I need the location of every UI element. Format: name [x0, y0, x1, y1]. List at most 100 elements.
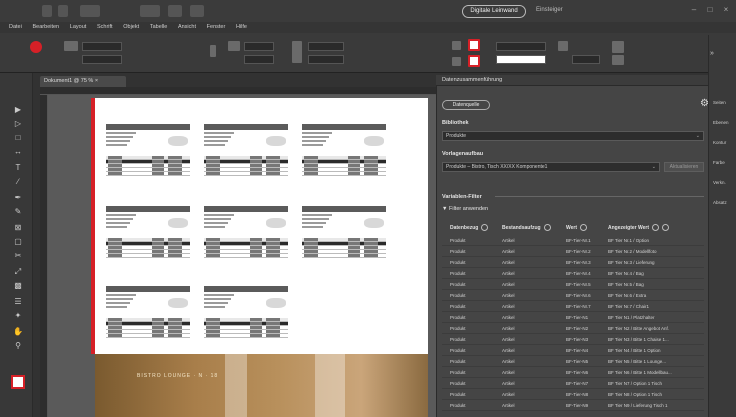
close-icon[interactable]: ×: [722, 6, 730, 14]
y-value-input[interactable]: [82, 55, 122, 64]
width-input[interactable]: [244, 42, 274, 51]
collapse-panels-icon[interactable]: »: [710, 50, 714, 57]
vertical-ruler[interactable]: [40, 95, 48, 417]
fill-none-icon[interactable]: [468, 39, 480, 51]
dock-item[interactable]: Farbe: [713, 160, 725, 165]
menu-window[interactable]: Fenster: [207, 22, 226, 33]
pen-tool-icon[interactable]: ✒: [13, 193, 23, 203]
document-tab[interactable]: Dokument1 @ 75 % ×: [40, 76, 126, 87]
stroke-type-select[interactable]: [496, 55, 546, 64]
product-card[interactable]: [302, 206, 392, 268]
product-card[interactable]: [106, 286, 196, 348]
table-row[interactable]: Produkt Artikel BF-Tier-Nr.5 BF Tier Nr.5 /…: [442, 280, 704, 290]
menu-table[interactable]: Tabelle: [150, 22, 167, 33]
product-thumbnail[interactable]: [168, 136, 188, 146]
rectangle-tool-icon[interactable]: ▢: [13, 237, 23, 247]
screen-mode-icon[interactable]: [168, 5, 182, 17]
product-card[interactable]: [106, 124, 196, 186]
note-tool-icon[interactable]: ☰: [13, 297, 23, 307]
table-row[interactable]: Produkt Artikel BF-Tier-N4 BF Tier N4 / Bit…: [442, 346, 704, 356]
reference-point-icon[interactable]: [30, 41, 42, 53]
shear-input[interactable]: [308, 55, 344, 64]
table-row[interactable]: Produkt Artikel BF-Tier-N6 BF Tier N6 / Bit…: [442, 368, 704, 378]
sort-icon[interactable]: [481, 224, 489, 231]
table-row[interactable]: Produkt Artikel BF-Tier-Nr.2 BF Tier Nr.2 /…: [442, 247, 704, 257]
product-card[interactable]: [204, 286, 294, 348]
product-card[interactable]: [302, 124, 392, 186]
workspace-switcher[interactable]: Einsteiger: [536, 7, 563, 13]
scissors-tool-icon[interactable]: ✂: [13, 251, 23, 261]
table-row[interactable]: Produkt Artikel BF-Tier-N2 BF Tier N2 / Bit…: [442, 324, 704, 334]
height-input[interactable]: [244, 55, 274, 64]
bridge-icon[interactable]: [58, 5, 68, 17]
fill-swatch-icon[interactable]: [452, 41, 461, 50]
product-thumbnail[interactable]: [266, 218, 286, 228]
product-thumbnail[interactable]: [266, 136, 286, 146]
home-icon[interactable]: [42, 5, 52, 17]
dock-item[interactable]: Kontur: [713, 140, 726, 145]
dock-item[interactable]: Absatz: [713, 200, 727, 205]
column-header[interactable]: Angezeigter Wert: [608, 224, 670, 231]
horizontal-ruler[interactable]: [40, 87, 436, 95]
source-select[interactable]: Produkte ⌄: [442, 131, 704, 141]
menu-view[interactable]: Ansicht: [178, 22, 196, 33]
stroke-none-icon[interactable]: [468, 55, 480, 67]
template-select[interactable]: Produkte – Bistro, Tisch XX/XX Komponent…: [442, 162, 660, 172]
page-photo[interactable]: [95, 354, 428, 417]
product-thumbnail[interactable]: [364, 218, 384, 228]
table-row[interactable]: Produkt Artikel BF-Tier-Nr.4 BF Tier Nr.4 /…: [442, 269, 704, 279]
table-row[interactable]: Produkt Artikel BF-Tier-N5 BF Tier N5 / Bit…: [442, 357, 704, 367]
sort-icon[interactable]: [580, 224, 588, 231]
table-row[interactable]: Produkt Artikel BF-Tier-Nr.7 BF Tier Nr.7 /…: [442, 302, 704, 312]
maximize-icon[interactable]: □: [706, 6, 714, 14]
gap-tool-icon[interactable]: ↔: [13, 147, 23, 157]
arrange-icon[interactable]: [190, 5, 204, 17]
x-value-input[interactable]: [82, 42, 122, 51]
menu-edit[interactable]: Bearbeiten: [33, 22, 60, 33]
selection-tool-icon[interactable]: ▶: [13, 105, 23, 115]
product-card[interactable]: [204, 206, 294, 268]
type-tool-icon[interactable]: T: [13, 163, 23, 173]
product-thumbnail[interactable]: [168, 218, 188, 228]
table-row[interactable]: Produkt Artikel BF-Tier-N3 BF Tier N3 / Bit…: [442, 335, 704, 345]
width-field[interactable]: [228, 41, 240, 51]
table-row[interactable]: Produkt Artikel BF-Tier-Nr.1 BF Tier Nr.1 /…: [442, 236, 704, 246]
rectangle-frame-tool-icon[interactable]: ⊠: [13, 223, 23, 233]
rotation-input[interactable]: [308, 42, 344, 51]
page-tool-icon[interactable]: □: [13, 133, 23, 143]
share-cloud-button[interactable]: Digitale Leinwand: [462, 5, 526, 18]
product-thumbnail[interactable]: [168, 298, 188, 308]
dock-item[interactable]: Seiten: [713, 100, 726, 105]
table-row[interactable]: Produkt Artikel BF-Tier-N8 BF Tier N8 / Opt…: [442, 390, 704, 400]
column-header[interactable]: Wert: [566, 224, 588, 231]
menu-object[interactable]: Objekt: [123, 22, 139, 33]
pencil-tool-icon[interactable]: ✎: [13, 207, 23, 217]
menu-layout[interactable]: Layout: [70, 22, 87, 33]
gradient-tool-icon[interactable]: ▩: [13, 281, 23, 291]
panel-title[interactable]: Datenzusammenführung: [436, 75, 708, 86]
opacity-icon[interactable]: [558, 41, 568, 51]
table-row[interactable]: Produkt Artikel BF-Tier-Nr.6 BF Tier Nr.6 /…: [442, 291, 704, 301]
effects-icon[interactable]: [612, 41, 624, 53]
stroke-weight-input[interactable]: [496, 42, 546, 51]
filter-toggle[interactable]: ▼ Filter anwenden: [442, 206, 488, 212]
rotate-icon[interactable]: [292, 41, 302, 63]
hand-tool-icon[interactable]: ✋: [13, 327, 23, 337]
data-source-button[interactable]: Datenquelle: [442, 100, 490, 110]
line-tool-icon[interactable]: ∕: [13, 177, 23, 187]
table-row[interactable]: Produkt Artikel BF-Tier-N7 BF Tier N7 / Opt…: [442, 379, 704, 389]
product-thumbnail[interactable]: [364, 136, 384, 146]
column-header[interactable]: Datenbezug: [450, 224, 489, 231]
product-card[interactable]: [204, 124, 294, 186]
sort-icon[interactable]: [652, 224, 660, 231]
free-transform-tool-icon[interactable]: ⤢: [13, 267, 23, 277]
dock-item[interactable]: Verkn.: [713, 180, 726, 185]
menu-type[interactable]: Schrift: [97, 22, 113, 33]
table-row[interactable]: Produkt Artikel BF-Tier-N9 BF Tier N9 / Lie…: [442, 401, 704, 411]
table-row[interactable]: Produkt Artikel BF-Tier-Nr.3 BF Tier Nr.3 /…: [442, 258, 704, 268]
stroke-swatch-icon[interactable]: [452, 57, 461, 66]
product-thumbnail[interactable]: [266, 298, 286, 308]
column-header[interactable]: Bestandsaufzug: [502, 224, 551, 231]
x-position-field[interactable]: [64, 41, 78, 51]
fill-stroke-icon[interactable]: [11, 375, 25, 389]
